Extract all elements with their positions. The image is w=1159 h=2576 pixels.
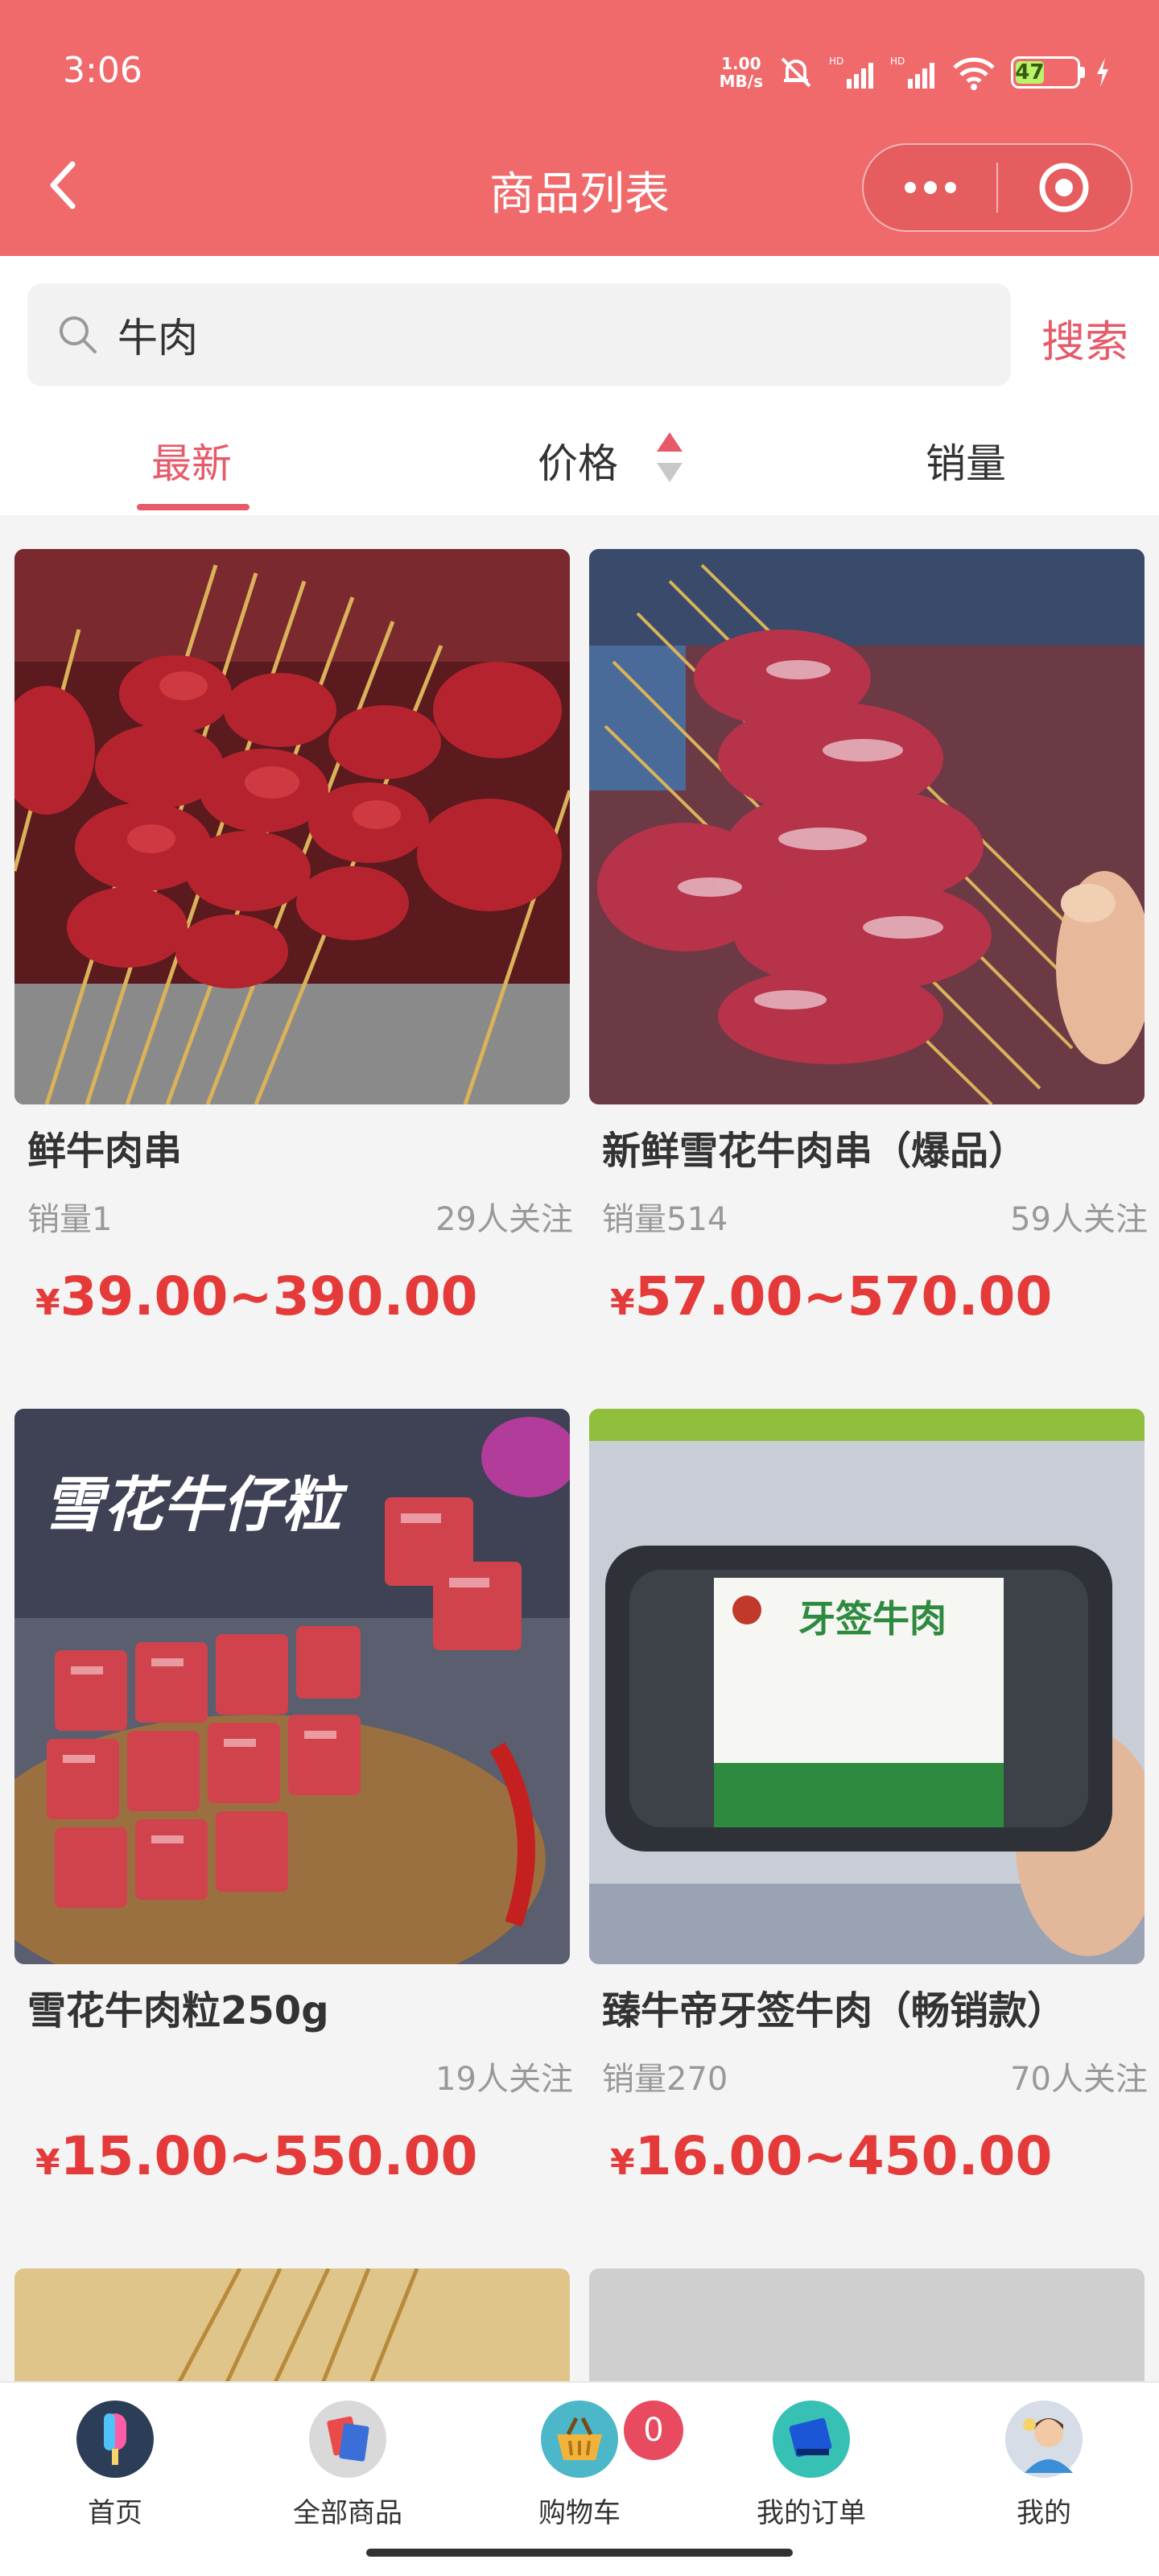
- product-image: [589, 2268, 1145, 2389]
- battery-level: 47: [1015, 60, 1045, 85]
- tabbar-item-home[interactable]: 首页: [43, 2401, 188, 2545]
- svg-text:HD: HD: [829, 56, 843, 67]
- top-bar: 3:06 1.00 MB/s HD HD 47 商品列表: [0, 0, 1159, 256]
- product-image-caption: 雪花牛仔粒: [43, 1471, 341, 1540]
- mute-bell-icon: [781, 57, 811, 88]
- more-dots-icon: [904, 181, 956, 194]
- basket-icon: [541, 2401, 618, 2478]
- product-followers: 59人关注: [1010, 1201, 1148, 1238]
- product-price: ¥15.00~550.00: [35, 2125, 478, 2187]
- product-image[interactable]: [14, 549, 570, 1104]
- product-title[interactable]: 鲜牛肉串: [27, 1119, 182, 1175]
- popsicle-icon: [76, 2401, 154, 2478]
- all-products-icon: [309, 2401, 386, 2478]
- product-price: ¥39.00~390.00: [35, 1265, 478, 1327]
- product-image[interactable]: 牙签牛肉: [589, 1409, 1145, 1964]
- profile-avatar-icon: [1005, 2401, 1083, 2478]
- product-image[interactable]: [589, 549, 1145, 1104]
- cart-count-badge: 0: [624, 2401, 683, 2460]
- search-button[interactable]: 搜索: [1041, 306, 1128, 369]
- signal-icon: HD: [829, 56, 873, 89]
- status-icons: 1.00 MB/s HD HD 47: [720, 50, 1111, 95]
- product-list-page: 3:06 1.00 MB/s HD HD 47 商品列表 牛肉 搜索 最新 价格…: [0, 0, 1159, 2576]
- product-sales: 销量1: [27, 1201, 113, 1238]
- network-speed: 1.00 MB/s: [719, 54, 763, 91]
- target-close-icon: [1039, 163, 1089, 213]
- product-followers: 70人关注: [1010, 2061, 1148, 2098]
- product-title[interactable]: 雪花牛肉粒250g: [27, 1979, 329, 2035]
- product-card-partial[interactable]: [589, 2268, 1145, 2389]
- tabbar-item-all-products[interactable]: 全部商品: [275, 2401, 420, 2545]
- product-image[interactable]: 雪花牛仔粒: [14, 1409, 570, 1964]
- status-time: 3:06: [63, 50, 142, 91]
- more-button[interactable]: [864, 145, 996, 230]
- product-title[interactable]: 新鲜雪花牛肉串（爆品）: [602, 1119, 1027, 1175]
- product-title[interactable]: 臻牛帝牙签牛肉（畅销款）: [602, 1979, 1066, 2035]
- product-price: ¥16.00~450.00: [610, 2125, 1053, 2187]
- tabbar-item-profile[interactable]: 我的: [971, 2401, 1116, 2545]
- tab-newest[interactable]: 最新: [151, 431, 232, 489]
- charging-icon: [1097, 58, 1108, 87]
- sort-tabs: 最新 价格 销量: [0, 393, 1159, 515]
- bottom-tab-bar: 首页 全部商品 购物车 我的订单 我的: [0, 2381, 1159, 2576]
- signal-icon: HD: [890, 56, 934, 89]
- sort-toggle-icon[interactable]: [654, 429, 686, 485]
- active-tab-indicator: [137, 504, 250, 510]
- product-card[interactable]: 雪花牛仔粒 雪花牛肉粒250g 19人关注 ¥15.00~550.00: [14, 1409, 573, 2248]
- search-input[interactable]: [118, 312, 922, 358]
- product-image: [14, 2268, 570, 2389]
- product-followers: 29人关注: [435, 1201, 573, 1238]
- search-box[interactable]: [27, 283, 1011, 386]
- product-card-partial[interactable]: [14, 2268, 570, 2389]
- miniprogram-capsule: [862, 143, 1132, 232]
- search-icon: [60, 316, 97, 353]
- product-sales: 销量514: [602, 1201, 728, 1238]
- product-image-caption: 牙签牛肉: [798, 1597, 947, 1641]
- orders-icon: [773, 2401, 850, 2478]
- product-price: ¥57.00~570.00: [610, 1265, 1053, 1327]
- home-indicator[interactable]: [366, 2549, 793, 2557]
- tab-price[interactable]: 价格: [538, 431, 618, 489]
- svg-text:HD: HD: [890, 56, 905, 67]
- product-followers: 19人关注: [435, 2061, 573, 2098]
- close-miniprogram-button[interactable]: [998, 145, 1131, 230]
- product-sales: 销量270: [602, 2061, 728, 2098]
- battery-indicator: 47: [1011, 56, 1085, 89]
- product-card[interactable]: 鲜牛肉串 销量1 29人关注 ¥39.00~390.00: [14, 549, 573, 1388]
- search-bar: 搜索: [0, 256, 1159, 393]
- product-card[interactable]: 牙签牛肉 臻牛帝牙签牛肉（畅销款） 销量270 70人关注 ¥16.00~450…: [589, 1409, 1148, 2248]
- tabbar-item-orders[interactable]: 我的订单: [739, 2401, 884, 2545]
- product-card[interactable]: 新鲜雪花牛肉串（爆品） 销量514 59人关注 ¥57.00~570.00: [589, 549, 1148, 1388]
- wifi-icon: [953, 57, 995, 90]
- tab-sales[interactable]: 销量: [926, 431, 1006, 489]
